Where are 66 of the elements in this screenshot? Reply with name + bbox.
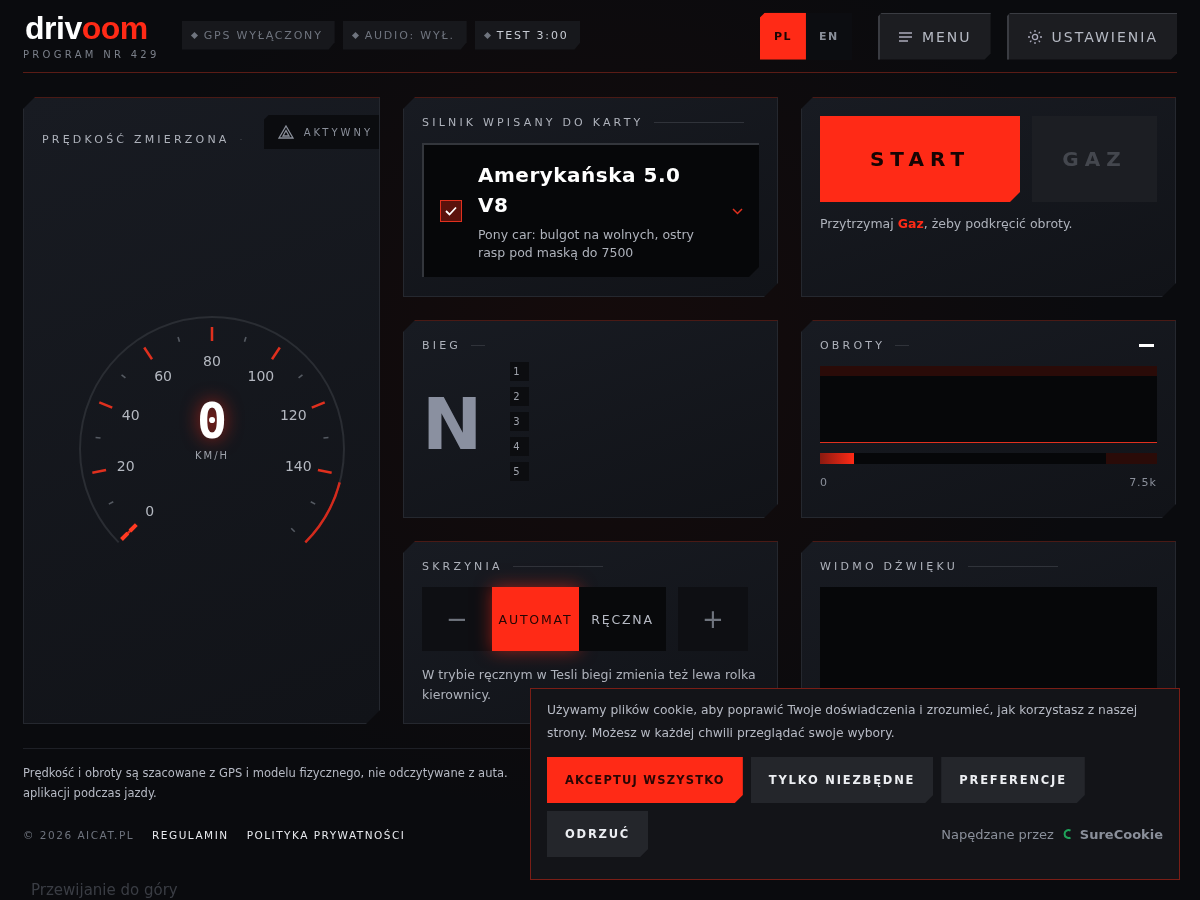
scale-label: 140 xyxy=(284,458,312,475)
engine-description: Pony car: bulgot na wolnych, ostry rasp pod maską do 7500 xyxy=(478,226,695,262)
note-text: kierownicy. xyxy=(422,686,492,704)
copyright: © 2026 AICAT.PL xyxy=(23,829,135,841)
settings-icon xyxy=(1027,29,1042,44)
scale-label: 0 xyxy=(145,503,155,520)
panel-title: PRĘDKOŚĆ ZMIERZONA xyxy=(42,132,230,146)
panel-title: OBROTY xyxy=(820,339,886,352)
disclaimer-text: Prędkość i obroty są szacowane z GPS i modelu fizycznego, nie odczytywane z auta. xyxy=(23,765,509,782)
gear-number: 2 xyxy=(510,387,530,406)
cookie-button[interactable]: TYLKO NIEZBĘDNE xyxy=(750,757,934,803)
gear-number: 3 xyxy=(510,412,530,431)
needle xyxy=(120,522,139,541)
checkbox[interactable] xyxy=(440,200,462,222)
logo[interactable]: drivoom xyxy=(25,12,160,43)
gear-number: 4 xyxy=(510,437,530,456)
mode-toggle[interactable]: RĘCZNA xyxy=(579,587,666,651)
mode-toggle[interactable]: AUTOMAT xyxy=(492,587,579,651)
status-pill: TEST 3:00 xyxy=(474,20,581,50)
footer-link[interactable]: POLITYKA PRYWATNOŚCI xyxy=(246,829,406,841)
speed-unit: KM/H xyxy=(194,450,230,461)
language-tab[interactable]: PL xyxy=(759,12,806,60)
disclaimer-text: aplikacji podczas jazdy. xyxy=(23,785,158,802)
scale-label: 100 xyxy=(247,367,275,384)
scale-label: 20 xyxy=(116,458,135,475)
cookie-text: Używamy plików cookie, aby poprawić Twoje doświadczenia i zrozumieć, jak korzystasz z naszej strony. Możesz w każdej chwili przeglądać swoje wybory. xyxy=(547,702,1139,742)
brand-logo-icon xyxy=(1061,828,1072,840)
gear-number: 5 xyxy=(510,462,530,481)
program-number: PROGRAM NR 429 xyxy=(23,48,160,60)
shift-up-button[interactable]: + xyxy=(678,587,748,651)
rpm-min-label: 0 xyxy=(820,476,828,489)
cookie-button[interactable]: ODRZUĆ xyxy=(547,811,649,857)
cookie-button[interactable]: PREFERENCJE xyxy=(941,757,1085,803)
checkmark-icon xyxy=(445,206,457,216)
panel-title: BIEG xyxy=(422,339,462,352)
powered-by-text: Napędzane przez xyxy=(941,826,1054,842)
engine-select[interactable]: Amerykańska 5.0 V8 Pony car: bulgot na wolnych, ostry rasp pod maską do 7500 xyxy=(422,143,759,277)
scale-label: 80 xyxy=(203,353,221,369)
language-tab[interactable]: EN xyxy=(805,12,852,60)
engine-name: Amerykańska 5.0 V8 xyxy=(478,162,682,219)
shift-down-button[interactable]: − xyxy=(422,587,492,651)
footer-link[interactable]: REGULAMIN xyxy=(152,829,229,841)
speed-value: 0 xyxy=(196,394,228,448)
hint-text: Przytrzymaj Gaz, żeby podkręcić obroty. xyxy=(820,216,1074,231)
menu-button[interactable]: MENU xyxy=(877,12,991,60)
rpm-max-label: 7.5k xyxy=(1129,476,1157,489)
panel-title: SILNIK WPISANY DO KARTY xyxy=(422,116,644,129)
panel-title: SKRZYNIA xyxy=(422,560,503,573)
status-pill: AUDIO: WYŁ. xyxy=(342,20,467,50)
chevron-down-icon xyxy=(732,207,743,215)
gear-number: 1 xyxy=(510,362,530,381)
accept-button[interactable]: AKCEPTUJ WSZYSTKO xyxy=(547,757,743,803)
panel-title: WIDMO DŹWIĘKU xyxy=(820,560,958,573)
menu-icon xyxy=(898,31,912,42)
status-pill: GPS WYŁĄCZONY xyxy=(181,20,335,50)
scale-label: 120 xyxy=(279,407,307,424)
scale-label: 60 xyxy=(154,367,172,384)
brand-name: SureCookie xyxy=(1079,826,1163,842)
settings-button[interactable]: USTAWIENIA xyxy=(1006,12,1177,60)
triangle-icon xyxy=(277,125,294,139)
current-gear: N xyxy=(422,382,483,468)
redline-arc xyxy=(304,481,341,544)
start-button[interactable]: START xyxy=(820,116,1020,202)
note-text: W trybie ręcznym w Tesli biegi zmienia też lewa rolka xyxy=(422,666,757,684)
scale-label: 40 xyxy=(121,407,140,424)
status-badge: AKTYWNY xyxy=(263,115,379,149)
